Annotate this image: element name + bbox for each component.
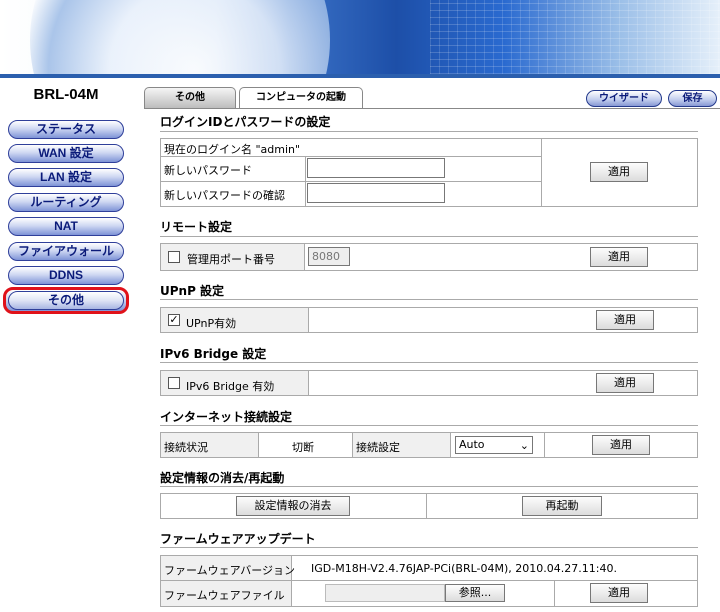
remote-apply-button[interactable]: 適用 [590, 247, 648, 267]
sidebar-item-routing[interactable]: ルーティング [8, 193, 124, 212]
login-section-title: ログインIDとパスワードの設定 [160, 115, 331, 129]
remote-section-title: リモート設定 [160, 220, 233, 234]
sidebar-item-ddns[interactable]: DDNS [8, 266, 124, 285]
ipv6-apply-button[interactable]: 適用 [596, 373, 654, 393]
internet-section-title: インターネット接続設定 [160, 410, 293, 424]
tab-computer-wake[interactable]: コンピュータの起動 [239, 87, 363, 108]
divider [426, 493, 427, 519]
ipv6-section-title: IPv6 Bridge 設定 [160, 347, 267, 361]
connection-setting-label: 接続設定 [356, 441, 400, 454]
divider [352, 432, 353, 458]
sidebar-item-lan[interactable]: LAN 設定 [8, 168, 124, 187]
tab-other[interactable]: その他 [144, 87, 236, 108]
header-banner [0, 0, 720, 78]
firmware-apply-button[interactable]: 適用 [590, 583, 648, 603]
section-divider [160, 425, 698, 426]
upnp-label: UPnP有効 [186, 317, 237, 330]
connection-setting-value: Auto [459, 438, 485, 451]
login-apply-button[interactable]: 適用 [590, 162, 648, 182]
section-divider [160, 362, 698, 363]
divider [160, 181, 541, 182]
divider [541, 138, 542, 207]
grid-graphic [430, 0, 720, 74]
divider [308, 307, 309, 333]
firmware-version-value: IGD-M18H-V2.4.76JAP-PCi(BRL-04M), 2010.0… [311, 562, 617, 575]
confirm-password-label: 新しいパスワードの確認 [164, 189, 285, 202]
section-divider [160, 547, 698, 548]
new-password-label: 新しいパスワード [164, 164, 252, 177]
clear-settings-button[interactable]: 設定情報の消去 [236, 496, 350, 516]
firmware-file-input[interactable] [325, 584, 445, 602]
save-button[interactable]: 保存 [668, 90, 717, 107]
section-divider [160, 486, 698, 487]
section-divider [160, 131, 698, 132]
remote-port-checkbox[interactable] [168, 251, 180, 263]
divider [258, 432, 259, 458]
firmware-file-label: ファームウェアファイル [164, 589, 285, 602]
reset-section-title: 設定情報の消去/再起動 [160, 471, 285, 485]
confirm-password-input[interactable] [307, 183, 445, 203]
sidebar-item-firewall[interactable]: ファイアウォール [8, 242, 124, 261]
reboot-button[interactable]: 再起動 [522, 496, 602, 516]
chevron-down-icon: ⌄ [519, 439, 529, 452]
ipv6-checkbox[interactable] [168, 377, 180, 389]
upnp-section-title: UPnP 設定 [160, 284, 225, 298]
sidebar-item-wan[interactable]: WAN 設定 [8, 144, 124, 163]
banner-strip [0, 74, 720, 78]
sidebar-item-nat[interactable]: NAT [8, 217, 124, 236]
upnp-checkbox[interactable]: ✓ [168, 314, 180, 326]
divider [160, 580, 698, 581]
tab-divider [144, 108, 720, 109]
wizard-button[interactable]: ウイザード [586, 90, 662, 107]
remote-port-input[interactable]: 8080 [308, 247, 350, 266]
firmware-section-title: ファームウェアアップデート [160, 532, 316, 546]
connection-setting-select[interactable]: Auto ⌄ [455, 436, 533, 454]
divider [450, 432, 451, 458]
model-name: BRL-04M [33, 86, 99, 103]
browse-button[interactable]: 参照... [445, 584, 505, 602]
remote-port-label: 管理用ポート番号 [187, 253, 275, 266]
current-login-label: 現在のログイン名 "admin" [164, 143, 301, 156]
connection-status-label: 接続状況 [164, 441, 208, 454]
new-password-input[interactable] [307, 158, 445, 178]
divider [304, 243, 305, 271]
sidebar-item-other[interactable]: その他 [8, 291, 124, 310]
section-divider [160, 299, 698, 300]
sidebar-item-status[interactable]: ステータス [8, 120, 124, 139]
ipv6-label: IPv6 Bridge 有効 [186, 380, 275, 393]
divider [544, 432, 545, 458]
connection-status-value: 切断 [292, 441, 314, 454]
upnp-apply-button[interactable]: 適用 [596, 310, 654, 330]
divider [308, 370, 309, 396]
firmware-version-label: ファームウェアバージョン [164, 564, 296, 577]
divider [554, 580, 555, 607]
internet-apply-button[interactable]: 適用 [592, 435, 650, 455]
section-divider [160, 236, 698, 237]
globe-graphic [30, 0, 330, 78]
